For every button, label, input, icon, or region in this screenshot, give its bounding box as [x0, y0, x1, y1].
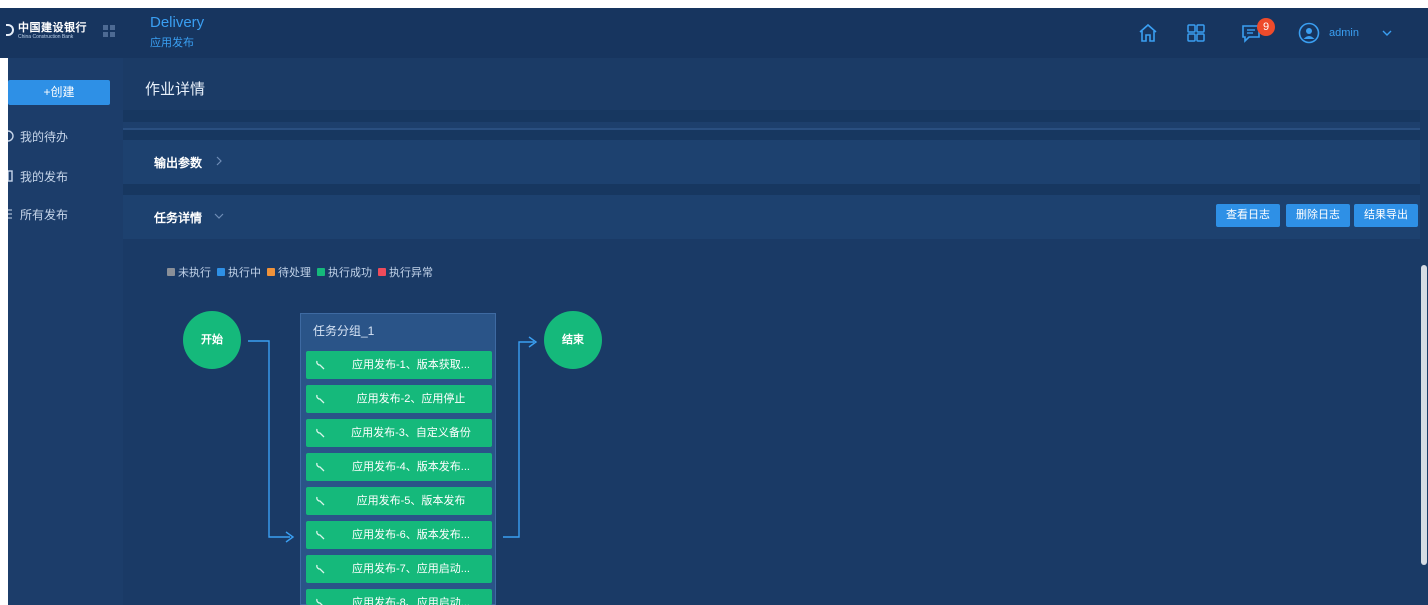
logo-chinese-text: 中国建设银行: [18, 22, 87, 34]
chevron-down-icon[interactable]: [1381, 28, 1393, 38]
legend-swatch: [267, 268, 275, 276]
notification-badge[interactable]: 9: [1257, 18, 1275, 36]
task-node[interactable]: 应用发布-8、应用启动...: [306, 589, 492, 605]
sidebar-item-label: 所有发布: [20, 208, 69, 222]
task-node[interactable]: 应用发布-7、应用启动...: [306, 555, 492, 583]
ccb-logo-icon: [6, 24, 14, 36]
menu-grid-icon[interactable]: [103, 25, 115, 37]
sidebar: +创建 我的待办 我的发布 所有发布: [8, 58, 123, 605]
logo-english-text: China Construction Bank: [18, 34, 74, 40]
wrench-icon: [316, 394, 325, 404]
output-params-panel-header[interactable]: 输出参数: [123, 140, 1420, 184]
status-legend: 未执行 执行中 待处理 执行成功 执行异常: [167, 264, 433, 280]
user-avatar-icon[interactable]: [1298, 22, 1320, 44]
view-log-button[interactable]: 查看日志: [1216, 204, 1280, 227]
legend-swatch: [378, 268, 386, 276]
task-label: 应用发布-2、应用停止: [356, 393, 466, 405]
sidebar-item-label: 我的待办: [20, 130, 69, 144]
document-icon: [8, 170, 13, 182]
legend-label: 执行成功: [328, 267, 372, 279]
app-subtitle: 应用发布: [150, 37, 194, 49]
start-node[interactable]: 开始: [183, 311, 241, 369]
wrench-icon: [316, 564, 325, 574]
wrench-icon: [316, 428, 325, 438]
wrench-icon: [316, 598, 323, 605]
legend-item: 执行中: [217, 264, 261, 280]
task-group-title: 任务分组_1: [313, 324, 375, 338]
dashboard-icon[interactable]: [1185, 22, 1207, 44]
page-header: 作业详情 ×: [123, 58, 1428, 110]
username[interactable]: admin: [1329, 27, 1359, 39]
chevron-down-icon[interactable]: [214, 211, 224, 221]
wrench-icon: [316, 360, 325, 370]
todo-icon: [8, 130, 14, 142]
task-label: 应用发布-7、应用启动...: [352, 563, 470, 575]
wrench-icon: [316, 496, 325, 506]
scrollbar-thumb[interactable]: [1421, 265, 1427, 565]
task-node[interactable]: 应用发布-2、应用停止: [306, 385, 492, 413]
task-group[interactable]: 任务分组_1 应用发布-1、版本获取... 应用发布-2、应用停止 应用发布-3…: [300, 313, 496, 605]
sidebar-item-label: 我的发布: [20, 170, 69, 184]
legend-item: 执行异常: [378, 264, 433, 280]
task-label: 应用发布-3、自定义备份: [351, 427, 471, 439]
wrench-icon: [316, 462, 325, 472]
output-params-title: 输出参数: [154, 156, 203, 170]
app-title: Delivery: [150, 14, 205, 31]
vertical-scrollbar[interactable]: [1420, 58, 1428, 605]
legend-label: 未执行: [178, 267, 211, 279]
delete-log-button[interactable]: 删除日志: [1286, 204, 1350, 227]
task-label: 应用发布-1、版本获取...: [352, 359, 470, 371]
task-node[interactable]: 应用发布-6、版本发布...: [306, 521, 492, 549]
list-icon: [8, 209, 12, 219]
legend-item: 执行成功: [317, 264, 372, 280]
task-label: 应用发布-6、版本发布...: [352, 529, 470, 541]
task-node[interactable]: 应用发布-1、版本获取...: [306, 351, 492, 379]
create-button[interactable]: +创建: [8, 80, 110, 105]
task-node[interactable]: 应用发布-4、版本发布...: [306, 453, 492, 481]
legend-label: 执行中: [228, 267, 261, 279]
collapsed-panel-edge: [123, 122, 1420, 130]
top-bar: 中国建设银行 China Construction Bank Delivery …: [0, 8, 1428, 58]
task-label: 应用发布-4、版本发布...: [352, 461, 470, 473]
home-icon[interactable]: [1137, 22, 1159, 44]
wrench-icon: [316, 530, 325, 540]
legend-swatch: [317, 268, 325, 276]
bank-logo[interactable]: 中国建设银行 China Construction Bank: [6, 22, 87, 41]
legend-label: 待处理: [278, 267, 311, 279]
legend-item: 未执行: [167, 264, 211, 280]
task-label: 应用发布-5、版本发布: [356, 495, 466, 507]
end-node[interactable]: 结束: [544, 311, 602, 369]
legend-label: 执行异常: [389, 267, 433, 279]
export-results-button[interactable]: 结果导出: [1354, 204, 1418, 227]
task-label: 应用发布-8、应用启动...: [352, 597, 470, 605]
main-content: 作业详情 × 输出参数 任务详情 查看日志 删除日志 结果导出 未执行 执行中 …: [123, 58, 1428, 605]
task-node[interactable]: 应用发布-3、自定义备份: [306, 419, 492, 447]
legend-item: 待处理: [267, 264, 311, 280]
legend-swatch: [217, 268, 225, 276]
task-details-title: 任务详情: [154, 211, 203, 225]
chevron-right-icon[interactable]: [214, 156, 224, 166]
task-node[interactable]: 应用发布-5、版本发布: [306, 487, 492, 515]
legend-swatch: [167, 268, 175, 276]
page-title: 作业详情: [145, 81, 206, 98]
